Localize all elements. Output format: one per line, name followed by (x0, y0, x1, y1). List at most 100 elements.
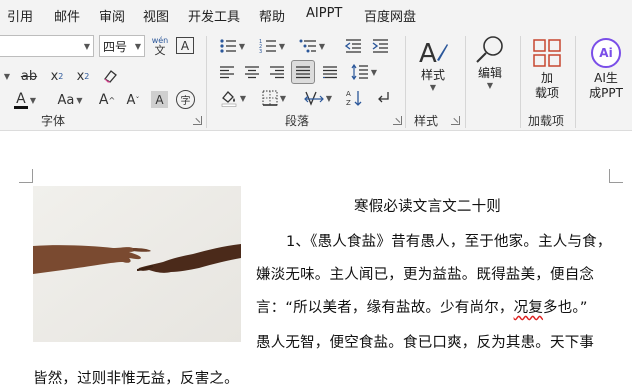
font-color-label: A (16, 90, 26, 107)
subscript-mark: 2 (58, 71, 64, 81)
change-case-button[interactable]: Aa ▼ (50, 89, 90, 111)
grow-font-button[interactable]: A ^ (96, 89, 118, 111)
character-border-button[interactable]: A (176, 37, 194, 54)
svg-text:3: 3 (259, 49, 262, 54)
show-marks-button[interactable] (372, 87, 396, 109)
addins-button[interactable]: 加 载项 (529, 38, 565, 101)
character-shading-label: A (155, 92, 164, 107)
document-line-part: 多也。” (543, 300, 588, 316)
menu-tab-help[interactable]: 帮助 (259, 6, 285, 25)
hands-image[interactable] (33, 186, 241, 342)
ai-generate-ppt-button[interactable]: Ai AI生 成PPT (584, 38, 628, 101)
subscript-button[interactable]: x2 (46, 65, 68, 87)
menu-tab-mailings[interactable]: 邮件 (54, 6, 80, 25)
justify-icon (296, 66, 310, 79)
borders-button[interactable]: ▼ (257, 87, 291, 109)
chevron-down-icon: ▼ (279, 93, 287, 103)
clear-formatting-button[interactable] (99, 65, 121, 87)
font-size-value: 四号 (103, 39, 128, 54)
magnifier-icon (476, 36, 503, 63)
line-spacing-button[interactable]: ▼ (346, 61, 382, 83)
menu-tab-developer[interactable]: 开发工具 (188, 6, 240, 25)
caret-down-icon: ˇ (135, 95, 140, 105)
svg-text:A: A (346, 90, 351, 98)
chevron-down-icon: ▼ (318, 41, 326, 51)
chevron-down-icon: ▼ (29, 95, 37, 105)
ai-label-line2: 成PPT (589, 86, 623, 100)
change-case-label: Aa (57, 92, 75, 108)
increase-indent-button[interactable] (368, 35, 392, 57)
spelling-error-underline: 况复 (513, 300, 544, 316)
ai-logo-icon: Ai (591, 38, 621, 68)
styles-button[interactable]: A 样式 ▼ (415, 36, 451, 92)
font-color-button[interactable]: A ▼ (8, 89, 42, 111)
paragraph-dialog-launcher-icon[interactable] (393, 116, 402, 125)
shading-button[interactable]: ▼ (215, 87, 251, 109)
phonetic-bottom: 文 (154, 44, 166, 57)
group-separator (520, 36, 521, 128)
align-center-button[interactable] (240, 61, 264, 83)
chevron-down-icon: ▼ (76, 95, 83, 105)
multilevel-list-button[interactable]: ▼ (295, 35, 329, 57)
group-separator (206, 36, 207, 128)
svg-text:Z: Z (346, 99, 351, 107)
font-name-combo[interactable]: ▼ (0, 35, 94, 57)
chevron-down-icon: ▼ (325, 93, 333, 103)
justify-button[interactable] (291, 60, 315, 84)
styles-button-label: 样式 (420, 68, 445, 82)
strikethrough-button[interactable]: ab (18, 65, 40, 87)
enclose-characters-button[interactable]: 字 (176, 90, 195, 109)
font-dialog-launcher-icon[interactable] (193, 116, 202, 125)
chevron-down-icon: ▼ (238, 41, 246, 51)
align-right-button[interactable] (265, 61, 289, 83)
numbered-list-icon: 123 (259, 39, 276, 54)
numbering-button[interactable]: 123 ▼ (255, 35, 289, 57)
paragraph-group-label: 段落 (285, 114, 310, 128)
page-corner-mark (19, 169, 33, 183)
chinese-layout-icon (304, 91, 324, 106)
menu-tab-review[interactable]: 审阅 (99, 6, 125, 25)
reaching-hands-illustration (33, 186, 241, 342)
menu-tab-aippt[interactable]: AIPPT (306, 6, 342, 21)
document-line-part: 言：“所以美者，缘有盐故。少有尚尔， (256, 300, 514, 316)
phonetic-guide-button[interactable]: wén 文 (150, 33, 170, 59)
addins-grid-icon (533, 39, 561, 67)
bullets-button[interactable]: ▼ (215, 35, 249, 57)
chevron-down-icon: ▼ (83, 41, 90, 51)
enclose-characters-label: 字 (180, 96, 191, 107)
editing-button-label: 编辑 (477, 66, 502, 80)
styles-group-label: 样式 (414, 114, 439, 128)
decrease-indent-icon (344, 39, 361, 53)
menu-tab-view[interactable]: 视图 (143, 6, 169, 25)
underline-dropdown[interactable]: ▼ (0, 66, 12, 86)
font-color-bar (13, 105, 28, 109)
multilevel-list-icon (299, 39, 316, 53)
character-shading-button[interactable]: A (151, 91, 168, 108)
document-line: 愚人无智，便空食盐。食已口爽，反为其患。天下事 (256, 335, 595, 351)
caret-up-icon: ^ (108, 95, 116, 105)
sort-button[interactable]: AZ (343, 87, 367, 109)
superscript-mark: 2 (84, 71, 90, 81)
font-size-combo[interactable]: 四号 ▼ (99, 35, 145, 57)
superscript-button[interactable]: x2 (72, 65, 94, 87)
decrease-indent-button[interactable] (341, 35, 365, 57)
group-separator (575, 36, 576, 128)
distributed-icon (323, 66, 337, 79)
distributed-button[interactable] (318, 61, 342, 83)
sort-icon: AZ (346, 90, 362, 107)
menu-tab-references[interactable]: 引用 (7, 6, 33, 25)
shrink-font-button[interactable]: Aˇ (122, 89, 144, 111)
menu-tab-baidu-netdisk[interactable]: 百度网盘 (364, 6, 416, 25)
eraser-icon (104, 70, 117, 83)
shrink-font-label: A (126, 92, 136, 108)
align-left-button[interactable] (215, 61, 239, 83)
chinese-layout-button[interactable]: ▼ (300, 87, 336, 109)
increase-indent-icon (372, 39, 388, 53)
editing-button[interactable]: 编辑 ▼ (472, 34, 508, 90)
group-separator (405, 36, 406, 128)
ai-label-line1: AI生 (594, 71, 618, 85)
document-page[interactable]: 寒假必读文言文二十则 1、《愚人食盐》昔有愚人，至于他家。主人与食， 嫌淡无味。… (0, 132, 632, 387)
styles-dialog-launcher-icon[interactable] (451, 116, 460, 125)
paint-bucket-icon (221, 91, 237, 107)
document-title: 寒假必读文言文二十则 (354, 199, 501, 215)
